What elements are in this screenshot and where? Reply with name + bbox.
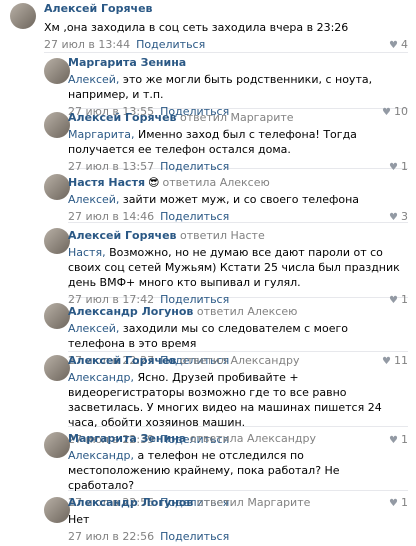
like-count: 3 xyxy=(401,210,408,223)
comment-meta: 27 июл в 22:56 Поделиться xyxy=(68,530,408,544)
replied-to[interactable]: ответил Алексею xyxy=(197,305,298,318)
comment-text: Алексей, это же могли быть родственники,… xyxy=(68,72,408,102)
comment-text: Алексей, заходили мы со следователем с м… xyxy=(68,321,408,351)
like-button[interactable]: ♥ 4 xyxy=(389,38,408,53)
comment-body: Настя Настя 😎 ответила Алексею Алексей, за… xyxy=(68,176,408,224)
avatar[interactable] xyxy=(44,228,70,254)
author-name[interactable]: Маргарита Зенина xyxy=(68,56,186,69)
mention-link[interactable]: Алексей, xyxy=(68,322,119,335)
comment-text: Александр, Ясно. Друзей пробивайте + вид… xyxy=(68,370,408,430)
avatar[interactable] xyxy=(44,174,70,200)
comment-text: Настя, Возможно, но не думаю все дают па… xyxy=(68,245,408,290)
share-link[interactable]: Поделиться xyxy=(136,38,205,51)
comment-body: Александр Логунов ответил Маргарите Нет … xyxy=(68,496,408,544)
author-name[interactable]: Александр Логунов xyxy=(68,496,193,509)
comment-text: Александр, а телефон не отследился по ме… xyxy=(68,448,408,493)
avatar[interactable] xyxy=(44,112,70,138)
comment-text: Алексей, зайти может муж, и со своего те… xyxy=(68,192,408,207)
comment-text: Нет xyxy=(68,512,408,527)
comment-body: Маргарита Зенина Алексей, это же могли б… xyxy=(68,56,408,119)
comment-date[interactable]: 27 июл в 13:44 xyxy=(44,38,130,51)
replied-to[interactable]: ответила Александру xyxy=(190,432,316,445)
share-link[interactable]: Поделиться xyxy=(160,210,229,223)
avatar[interactable] xyxy=(10,3,36,29)
replied-to[interactable]: ответил Маргарите xyxy=(197,496,311,509)
author-name[interactable]: Алексей Горячев xyxy=(44,2,153,15)
avatar[interactable] xyxy=(44,58,70,84)
mention-link[interactable]: Алексей, xyxy=(68,193,119,206)
comment-date[interactable]: 27 июл в 14:46 xyxy=(68,210,154,223)
comment-date[interactable]: 27 июл в 13:57 xyxy=(68,160,154,173)
replied-to[interactable]: ответила Алексею xyxy=(162,176,269,189)
comment-meta: 27 июл в 13:57 Поделиться ♥ 1 xyxy=(68,160,408,174)
replied-to[interactable]: ответил Александру xyxy=(180,354,300,367)
comment-text-body: Нет xyxy=(68,513,90,526)
share-link[interactable]: Поделиться xyxy=(160,160,229,173)
like-button[interactable]: ♥ 1 xyxy=(389,160,408,175)
heart-icon: ♥ xyxy=(389,212,398,223)
avatar[interactable] xyxy=(44,303,70,329)
mention-link[interactable]: Александр, xyxy=(68,449,134,462)
comment-meta: 27 июл в 14:46 Поделиться ♥ 3 xyxy=(68,210,408,224)
author-name[interactable]: Александр Логунов xyxy=(68,305,193,318)
avatar[interactable] xyxy=(44,497,70,523)
author-name[interactable]: Алексей Горячев xyxy=(68,111,177,124)
mention-link[interactable]: Алексей, xyxy=(68,73,119,86)
comment-body: Алексей Горячев Хм ,она заходила в соц с… xyxy=(44,2,408,52)
comment-text-body: зайти может муж, и со своего телефона xyxy=(119,193,360,206)
like-count: 1 xyxy=(401,160,408,173)
replied-to[interactable]: ответил Маргарите xyxy=(180,111,294,124)
divider xyxy=(44,52,408,53)
comment-text: Хм ,она заходила в соц сеть заходила вче… xyxy=(44,20,408,35)
like-button[interactable]: ♥ 3 xyxy=(389,210,408,225)
comment-body: Алексей Горячев ответил Насте Настя, Воз… xyxy=(68,229,408,307)
comment-meta: 27 июл в 13:44 Поделиться ♥ 4 xyxy=(44,38,408,52)
comment-body: Алексей Горячев ответил Маргарите Маргар… xyxy=(68,111,408,174)
author-name[interactable]: Алексей Горячев xyxy=(68,354,177,367)
like-count: 4 xyxy=(401,38,408,51)
comment-text-body: Возможно, но не думаю все дают пароли от… xyxy=(68,246,400,289)
avatar[interactable] xyxy=(44,355,70,381)
author-name[interactable]: Алексей Горячев xyxy=(68,229,177,242)
replied-to[interactable]: ответил Насте xyxy=(180,229,265,242)
sunglasses-emoji-icon: 😎 xyxy=(148,176,160,189)
author-name[interactable]: Настя Настя xyxy=(68,176,145,189)
share-link[interactable]: Поделиться xyxy=(160,530,229,543)
comment-text-body: Хм ,она заходила в соц сеть заходила вче… xyxy=(44,21,349,34)
mention-link[interactable]: Маргарита, xyxy=(68,128,135,141)
author-name[interactable]: Маргарита Зенина xyxy=(68,432,186,445)
heart-icon: ♥ xyxy=(389,40,398,51)
comment-text: Маргарита, Именно заход был с телефона! … xyxy=(68,127,408,157)
heart-icon: ♥ xyxy=(389,162,398,173)
avatar[interactable] xyxy=(44,432,70,458)
mention-link[interactable]: Александр, xyxy=(68,371,134,384)
comment-date[interactable]: 27 июл в 22:56 xyxy=(68,530,154,543)
mention-link[interactable]: Настя, xyxy=(68,246,106,259)
